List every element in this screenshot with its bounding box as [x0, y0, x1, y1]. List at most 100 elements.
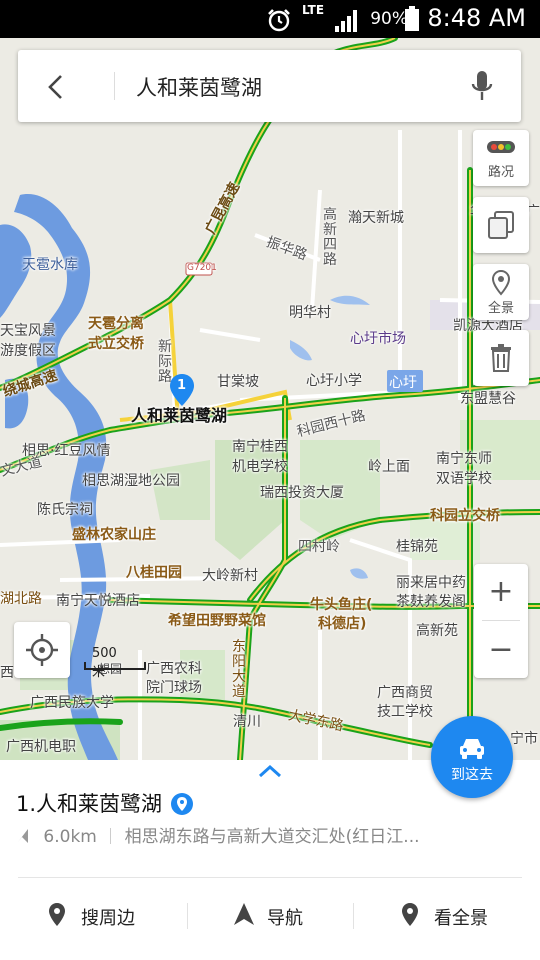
panorama-label: 全景 — [487, 301, 514, 316]
map-label-niutou-yuzhuang-2: 科德店) — [318, 616, 367, 632]
layers-icon — [488, 211, 514, 239]
view-panorama-label: 看全景 — [434, 908, 488, 929]
map-label-tianxiao-interchange-1: 天雹分离 — [88, 316, 144, 332]
zoom-out-button[interactable]: − — [474, 622, 528, 678]
zoom-in-button[interactable]: + — [474, 564, 528, 620]
direction-arrow-icon — [18, 829, 28, 843]
result-title[interactable]: 1.人和莱茵鹭湖 — [16, 788, 193, 818]
map-label-nanning-dongshi-1: 南宁东师 — [436, 451, 492, 467]
map-label-daling-village: 大岭新村 — [202, 568, 258, 584]
map-view[interactable]: 广昆高速 绕城高速 G7201 天雹水库 天宝风景 游度假区 天雹分离 式立交桥… — [0, 38, 540, 760]
map-label-gx-agri-2: 院门球场 — [146, 680, 202, 696]
navigate-label: 导航 — [267, 908, 303, 929]
map-label-chen-ancestral: 陈氏宗祠 — [37, 502, 93, 518]
view-panorama-button[interactable]: 看全景 — [400, 896, 510, 936]
panorama-button[interactable]: 全景 — [473, 264, 529, 320]
go-here-button[interactable]: 到这去 — [431, 716, 513, 798]
panorama-pin-icon — [402, 903, 418, 926]
map-label-lilaiju-1: 丽来居中药 — [396, 575, 466, 591]
signal-icon — [335, 10, 357, 32]
map-label-keyuan-interchange: 科园立交桥 — [430, 508, 500, 524]
location-pin-title[interactable]: 人和莱茵鹭湖 — [131, 402, 227, 426]
map-label-mingye-village: 明华村 — [289, 305, 331, 321]
go-here-label: 到这去 — [451, 767, 493, 783]
map-label-gx-agri-1: 广西农科 — [146, 661, 202, 677]
locate-crosshair-icon — [26, 634, 58, 666]
scale-bar — [84, 662, 146, 670]
alarm-icon — [268, 9, 290, 32]
result-title-text: 1.人和莱茵鹭湖 — [16, 792, 163, 816]
battery-icon — [405, 6, 419, 31]
layers-button[interactable] — [473, 197, 529, 253]
map-label-xiwang-vegetable: 希望田野野菜馆 — [168, 613, 266, 629]
location-marker-icon — [49, 903, 65, 926]
info-separator — [110, 828, 112, 844]
map-label-g7201: G7201 — [187, 263, 217, 273]
map-pin-icon — [491, 270, 511, 296]
my-location-button[interactable] — [14, 622, 70, 678]
map-label-ruixi-tower: 瑞西投资大厦 — [260, 485, 344, 501]
battery-percent: 90% — [370, 9, 408, 29]
map-label-xinxu-badge: 心圩 — [389, 375, 417, 391]
result-info: 6.0km 相思湖东路与高新大道交汇处(红日江... — [16, 822, 420, 847]
expand-chevron-up-icon[interactable] — [258, 764, 282, 778]
zoom-control: + − — [474, 564, 528, 678]
map-label-tianxiu-reservoir: 天雹水库 — [22, 257, 78, 273]
map-label-xinxu-market: 心圩市场 — [350, 331, 406, 347]
search-divider — [114, 72, 115, 100]
map-label-gx-minzu: 广西民族大学 — [30, 695, 114, 711]
lte-indicator: LTE — [302, 3, 325, 17]
map-label-niutou-yuzhuang-1: 牛头鱼庄( — [310, 597, 373, 613]
map-label-bagui-garden: 八桂田园 — [126, 565, 182, 581]
action-separator-1 — [187, 903, 188, 929]
map-label-nanning-city-edge: 宁市 — [510, 731, 538, 747]
trash-icon — [491, 344, 511, 372]
map-label-hantian-xincheng: 瀚天新城 — [348, 210, 404, 226]
clear-map-button[interactable] — [473, 330, 529, 386]
search-nearby-label: 搜周边 — [81, 908, 135, 929]
result-distance: 6.0km — [43, 827, 97, 847]
map-canvas — [0, 38, 540, 760]
map-label-shenglin-villa: 盛林农家山庄 — [72, 527, 156, 543]
zoom-divider — [482, 620, 520, 621]
panel-divider — [18, 877, 522, 878]
verified-location-icon — [170, 793, 193, 815]
car-icon — [460, 739, 484, 759]
map-label-gx-electromech: 广西机电职 — [6, 739, 76, 755]
back-arrow-icon[interactable] — [46, 74, 66, 100]
microphone-icon[interactable] — [471, 70, 493, 102]
map-label-gantang-po: 甘棠坡 — [217, 374, 259, 390]
map-label-xiangsihu-wetland: 相思湖湿地公园 — [82, 473, 180, 489]
traffic-label: 路况 — [487, 165, 514, 180]
search-bar[interactable]: 人和莱茵鹭湖 — [18, 50, 521, 122]
traffic-toggle-button[interactable]: 路况 — [473, 130, 529, 186]
navigation-arrow-icon — [234, 903, 254, 925]
map-label-xinxu-primary: 心圩小学 — [306, 373, 362, 389]
status-bar: LTE 90% 8:48 AM — [0, 0, 540, 38]
traffic-light-icon — [487, 141, 515, 153]
map-label-gx-commerce-1: 广西商贸 — [377, 685, 433, 701]
map-label-gaoxin-yuan: 高新苑 — [416, 623, 458, 639]
map-label-lilaiju-2: 茶麸养发阁 — [396, 594, 466, 610]
search-query[interactable]: 人和莱茵鹭湖 — [136, 72, 262, 102]
location-pin-number: 1 — [177, 378, 187, 393]
map-label-tianbao-scenic: 天宝风景 — [0, 323, 56, 339]
map-label-qingchuan: 清川 — [233, 714, 261, 730]
navigate-button[interactable]: 导航 — [233, 896, 333, 936]
map-label-nanning-dongshi-2: 双语学校 — [436, 471, 492, 487]
map-label-tuncun-ling: 四村岭 — [298, 539, 340, 555]
map-label-tianbao-resort: 游度假区 — [0, 343, 56, 359]
map-label-guijin-yuan: 桂锦苑 — [396, 539, 438, 555]
search-nearby-button[interactable]: 搜周边 — [47, 896, 157, 936]
map-label-gaoxin-4th-road: 高新四路 — [323, 207, 337, 268]
map-label-guixi-school-2: 机电学校 — [232, 459, 288, 475]
clock: 8:48 AM — [427, 4, 526, 32]
map-label-gx-commerce-2: 技工学校 — [377, 704, 433, 720]
map-label-tianyue-hotel: 南宁天悦酒店 — [56, 593, 140, 609]
map-label-hubei-road: 湖北路 — [0, 591, 42, 607]
map-label-dongyang-ave: 东阳大道 — [232, 639, 246, 700]
result-address: 相思湖东路与高新大道交汇处(红日江... — [124, 827, 420, 847]
map-label-west-edge: 西 — [0, 665, 14, 681]
map-label-tianxiao-interchange-2: 式立交桥 — [88, 336, 144, 352]
map-label-lingshang-mian: 岭上面 — [368, 459, 410, 475]
